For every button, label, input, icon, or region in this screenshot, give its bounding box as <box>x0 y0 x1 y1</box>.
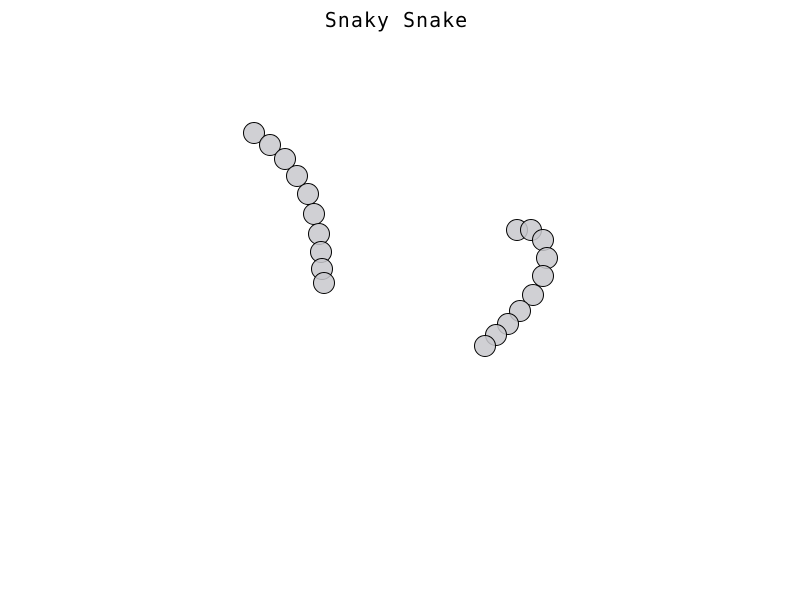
snake-left-segment <box>297 183 319 205</box>
snake-right-segment <box>536 247 558 269</box>
snake-left <box>243 122 335 294</box>
snake-right <box>474 219 558 357</box>
snake-left-segment <box>286 165 308 187</box>
snake-left-segment <box>313 272 335 294</box>
play-field <box>243 122 558 357</box>
snake-right-segment <box>474 335 496 357</box>
snake-right-segment <box>532 265 554 287</box>
snake-right-segment <box>532 229 554 251</box>
snake-left-segment <box>303 203 325 225</box>
game-screen: Snaky Snake <box>0 0 793 595</box>
